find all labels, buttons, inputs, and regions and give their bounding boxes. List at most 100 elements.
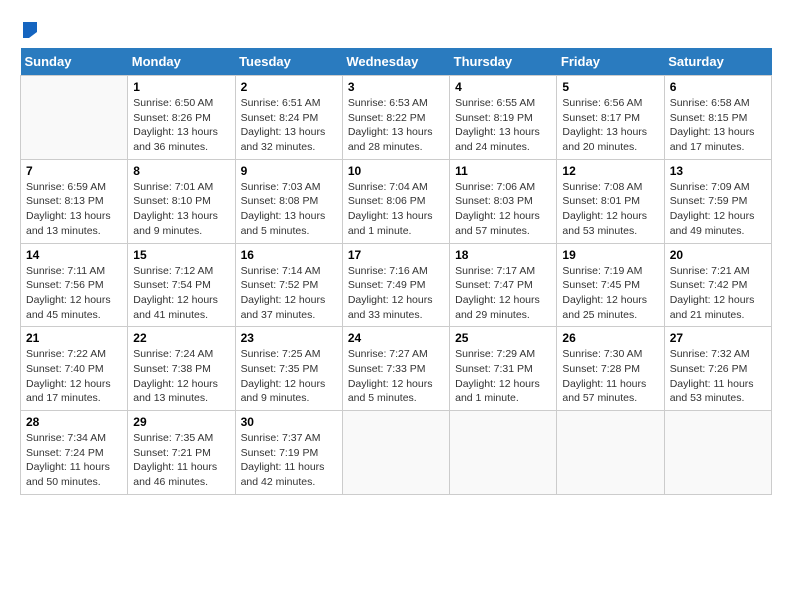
day-number: 29 [133,415,229,429]
day-number: 11 [455,164,551,178]
calendar-cell: 19 Sunrise: 7:19 AMSunset: 7:45 PMDayligh… [557,243,664,327]
header-monday: Monday [128,48,235,76]
calendar-cell: 17Sunrise: 7:16 AMSunset: 7:49 PMDayligh… [342,243,449,327]
calendar-cell: 22 Sunrise: 7:24 AMSunset: 7:38 PMDayligh… [128,327,235,411]
calendar-cell: 23 Sunrise: 7:25 AMSunset: 7:35 PMDayligh… [235,327,342,411]
calendar-cell: 28 Sunrise: 7:34 AMSunset: 7:24 PMDayligh… [21,411,128,495]
calendar-cell: 5Sunrise: 6:56 AMSunset: 8:17 PMDaylight… [557,76,664,160]
day-info: Sunrise: 6:58 AMSunset: 8:15 PMDaylight:… [670,96,766,155]
header-thursday: Thursday [450,48,557,76]
day-info: Sunrise: 7:19 AMSunset: 7:45 PMDaylight:… [562,264,658,323]
calendar-cell: 27Sunrise: 7:32 AMSunset: 7:26 PMDayligh… [664,327,771,411]
calendar-week-row: 1 Sunrise: 6:50 AMSunset: 8:26 PMDaylight… [21,76,772,160]
day-info: Sunrise: 7:16 AMSunset: 7:49 PMDaylight:… [348,264,444,323]
day-info: Sunrise: 7:04 AMSunset: 8:06 PMDaylight:… [348,180,444,239]
calendar-cell: 18Sunrise: 7:17 AMSunset: 7:47 PMDayligh… [450,243,557,327]
calendar-week-row: 21 Sunrise: 7:22 AMSunset: 7:40 PMDayligh… [21,327,772,411]
day-info: Sunrise: 6:56 AMSunset: 8:17 PMDaylight:… [562,96,658,155]
calendar-cell: 30 Sunrise: 7:37 AMSunset: 7:19 PMDayligh… [235,411,342,495]
calendar-cell: 20 Sunrise: 7:21 AMSunset: 7:42 PMDayligh… [664,243,771,327]
day-number: 10 [348,164,444,178]
calendar-cell: 21 Sunrise: 7:22 AMSunset: 7:40 PMDayligh… [21,327,128,411]
header [20,20,772,38]
calendar-cell [450,411,557,495]
day-number: 22 [133,331,229,345]
day-info: Sunrise: 7:01 AMSunset: 8:10 PMDaylight:… [133,180,229,239]
day-info: Sunrise: 7:06 AMSunset: 8:03 PMDaylight:… [455,180,551,239]
header-tuesday: Tuesday [235,48,342,76]
day-number: 23 [241,331,337,345]
calendar-cell: 6Sunrise: 6:58 AMSunset: 8:15 PMDaylight… [664,76,771,160]
day-info: Sunrise: 6:50 AMSunset: 8:26 PMDaylight:… [133,96,229,155]
calendar-cell: 1 Sunrise: 6:50 AMSunset: 8:26 PMDaylight… [128,76,235,160]
day-number: 27 [670,331,766,345]
day-info: Sunrise: 7:29 AMSunset: 7:31 PMDaylight:… [455,347,551,406]
day-info: Sunrise: 7:25 AMSunset: 7:35 PMDaylight:… [241,347,337,406]
day-info: Sunrise: 7:03 AMSunset: 8:08 PMDaylight:… [241,180,337,239]
calendar-cell: 10 Sunrise: 7:04 AMSunset: 8:06 PMDayligh… [342,159,449,243]
day-number: 25 [455,331,551,345]
day-number: 19 [562,248,658,262]
calendar-cell: 15 Sunrise: 7:12 AMSunset: 7:54 PMDayligh… [128,243,235,327]
header-wednesday: Wednesday [342,48,449,76]
day-info: Sunrise: 7:09 AMSunset: 7:59 PMDaylight:… [670,180,766,239]
day-info: Sunrise: 7:27 AMSunset: 7:33 PMDaylight:… [348,347,444,406]
day-info: Sunrise: 7:17 AMSunset: 7:47 PMDaylight:… [455,264,551,323]
calendar-table: SundayMondayTuesdayWednesdayThursdayFrid… [20,48,772,495]
day-info: Sunrise: 7:30 AMSunset: 7:28 PMDaylight:… [562,347,658,406]
calendar-cell [21,76,128,160]
day-number: 14 [26,248,122,262]
day-number: 1 [133,80,229,94]
day-number: 20 [670,248,766,262]
header-saturday: Saturday [664,48,771,76]
logo [20,20,39,38]
day-info: Sunrise: 7:37 AMSunset: 7:19 PMDaylight:… [241,431,337,490]
calendar-cell [664,411,771,495]
calendar-cell: 11 Sunrise: 7:06 AMSunset: 8:03 PMDayligh… [450,159,557,243]
calendar-cell: 14 Sunrise: 7:11 AMSunset: 7:56 PMDayligh… [21,243,128,327]
day-info: Sunrise: 7:24 AMSunset: 7:38 PMDaylight:… [133,347,229,406]
day-info: Sunrise: 7:12 AMSunset: 7:54 PMDaylight:… [133,264,229,323]
calendar-cell [342,411,449,495]
day-number: 26 [562,331,658,345]
calendar-cell: 29 Sunrise: 7:35 AMSunset: 7:21 PMDayligh… [128,411,235,495]
calendar-cell: 26 Sunrise: 7:30 AMSunset: 7:28 PMDayligh… [557,327,664,411]
header-friday: Friday [557,48,664,76]
day-number: 7 [26,164,122,178]
day-number: 9 [241,164,337,178]
day-info: Sunrise: 6:51 AMSunset: 8:24 PMDaylight:… [241,96,337,155]
calendar-cell: 4 Sunrise: 6:55 AMSunset: 8:19 PMDaylight… [450,76,557,160]
header-sunday: Sunday [21,48,128,76]
day-number: 12 [562,164,658,178]
calendar-week-row: 7 Sunrise: 6:59 AMSunset: 8:13 PMDaylight… [21,159,772,243]
calendar-cell: 8Sunrise: 7:01 AMSunset: 8:10 PMDaylight… [128,159,235,243]
calendar-cell [557,411,664,495]
day-number: 13 [670,164,766,178]
day-number: 15 [133,248,229,262]
day-info: Sunrise: 6:53 AMSunset: 8:22 PMDaylight:… [348,96,444,155]
calendar-cell: 2Sunrise: 6:51 AMSunset: 8:24 PMDaylight… [235,76,342,160]
day-number: 28 [26,415,122,429]
day-number: 21 [26,331,122,345]
day-info: Sunrise: 7:14 AMSunset: 7:52 PMDaylight:… [241,264,337,323]
calendar-week-row: 14 Sunrise: 7:11 AMSunset: 7:56 PMDayligh… [21,243,772,327]
calendar-week-row: 28 Sunrise: 7:34 AMSunset: 7:24 PMDayligh… [21,411,772,495]
calendar-cell: 13 Sunrise: 7:09 AMSunset: 7:59 PMDayligh… [664,159,771,243]
calendar-cell: 12 Sunrise: 7:08 AMSunset: 8:01 PMDayligh… [557,159,664,243]
day-info: Sunrise: 7:35 AMSunset: 7:21 PMDaylight:… [133,431,229,490]
day-number: 3 [348,80,444,94]
day-number: 4 [455,80,551,94]
logo-flag-icon [21,20,39,38]
day-info: Sunrise: 7:21 AMSunset: 7:42 PMDaylight:… [670,264,766,323]
day-info: Sunrise: 7:34 AMSunset: 7:24 PMDaylight:… [26,431,122,490]
day-info: Sunrise: 7:08 AMSunset: 8:01 PMDaylight:… [562,180,658,239]
day-info: Sunrise: 6:59 AMSunset: 8:13 PMDaylight:… [26,180,122,239]
day-info: Sunrise: 7:22 AMSunset: 7:40 PMDaylight:… [26,347,122,406]
day-info: Sunrise: 7:11 AMSunset: 7:56 PMDaylight:… [26,264,122,323]
calendar-cell: 16Sunrise: 7:14 AMSunset: 7:52 PMDayligh… [235,243,342,327]
calendar-cell: 24Sunrise: 7:27 AMSunset: 7:33 PMDayligh… [342,327,449,411]
calendar-cell: 3 Sunrise: 6:53 AMSunset: 8:22 PMDaylight… [342,76,449,160]
calendar-cell: 9 Sunrise: 7:03 AMSunset: 8:08 PMDaylight… [235,159,342,243]
day-info: Sunrise: 6:55 AMSunset: 8:19 PMDaylight:… [455,96,551,155]
day-number: 30 [241,415,337,429]
